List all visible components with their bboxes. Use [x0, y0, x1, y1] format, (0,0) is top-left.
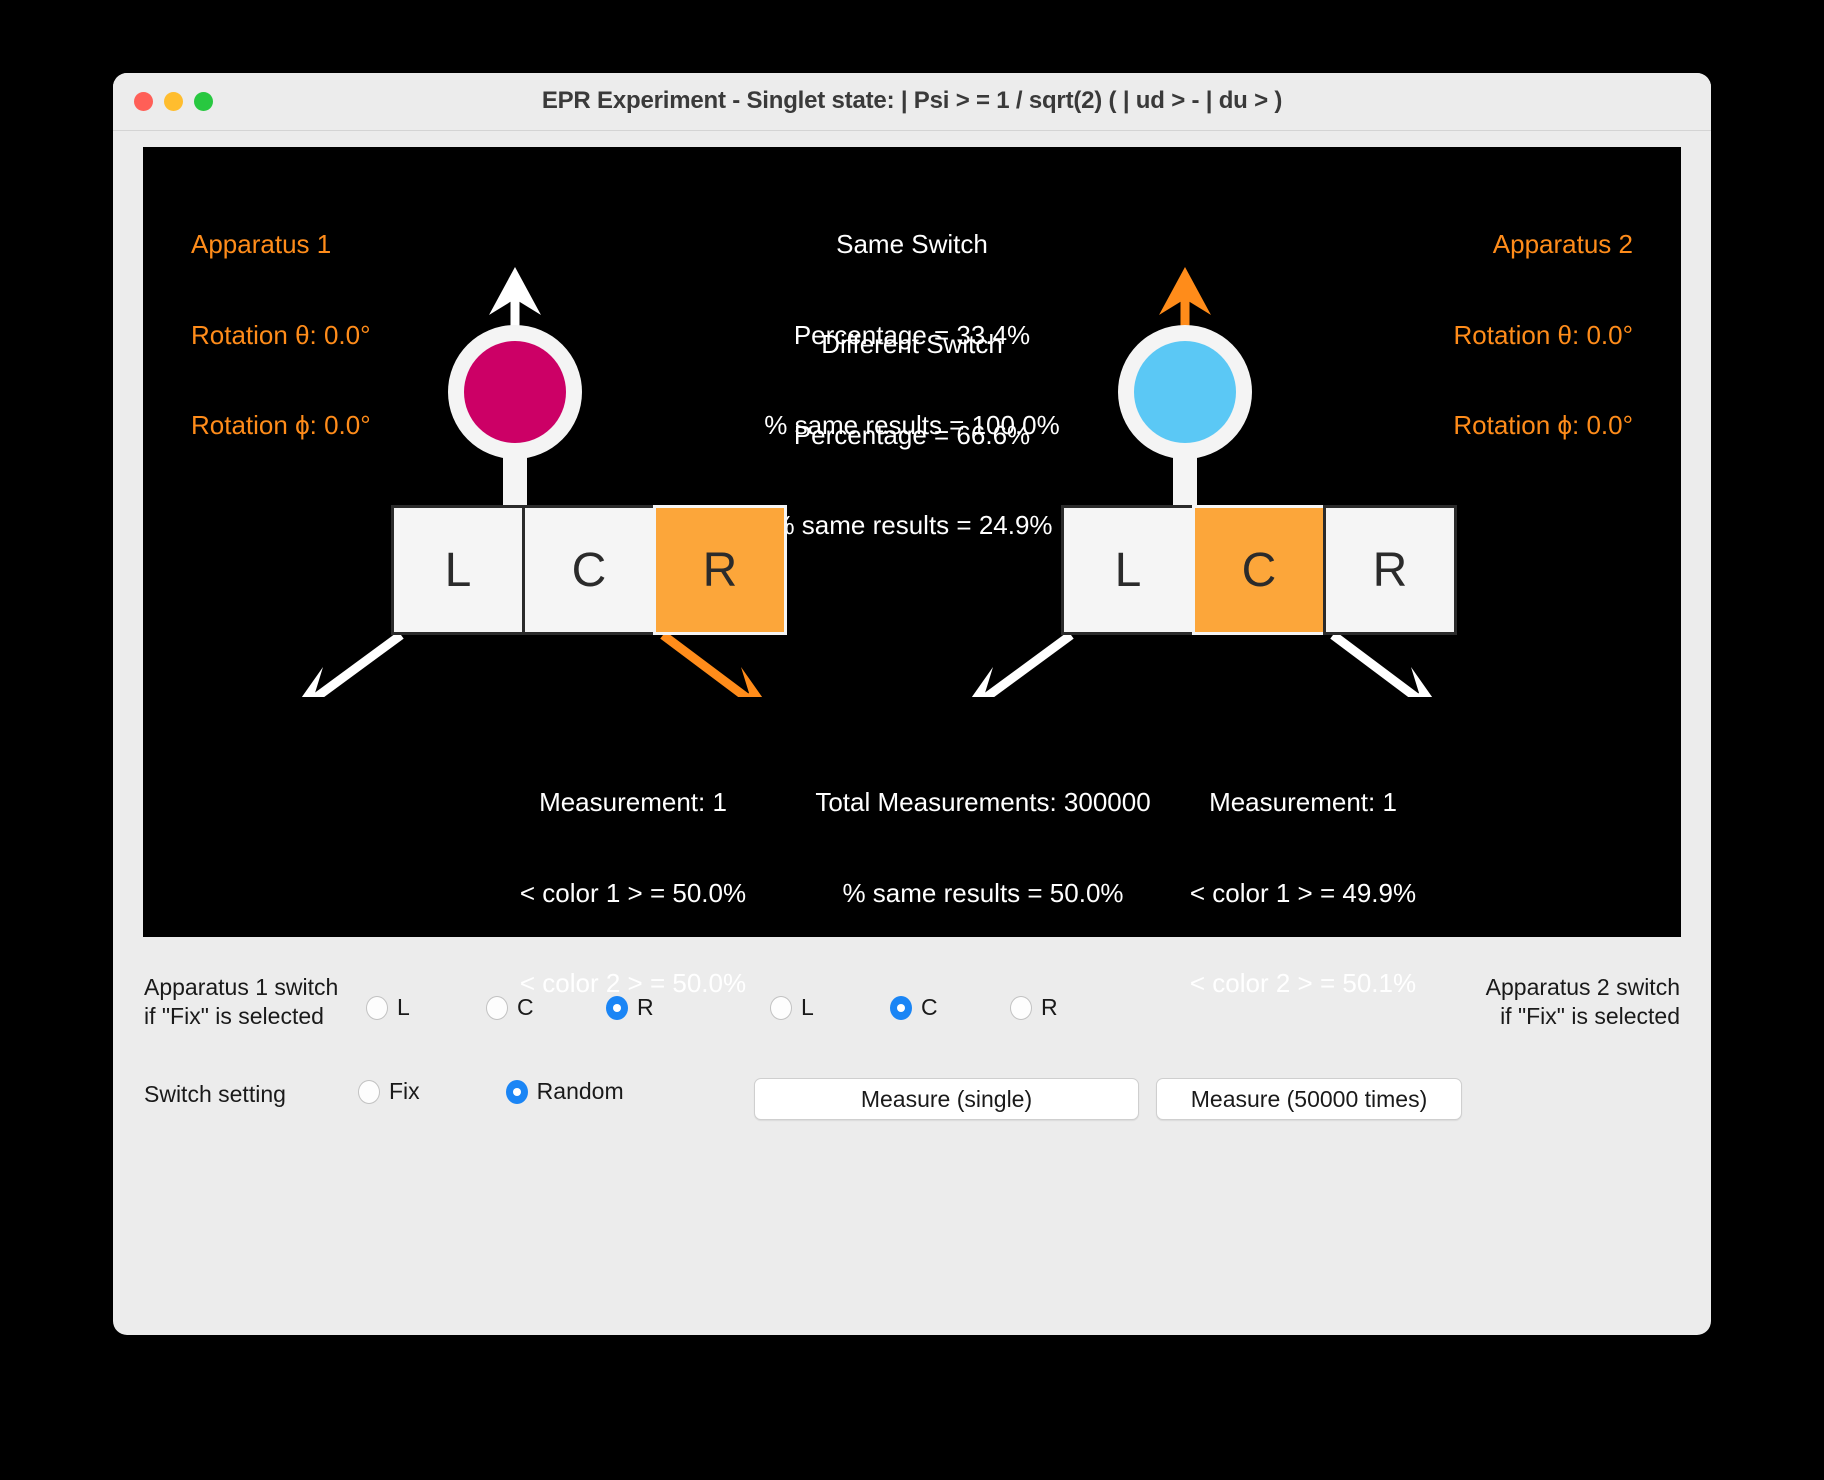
radio-button-icon[interactable]	[358, 1079, 380, 1104]
apparatus-2-graphic: L C R	[933, 237, 1473, 697]
apparatus-2-info: Apparatus 2 Rotation θ: 0.0° Rotation ϕ:…	[1453, 169, 1633, 501]
apparatus-2-switch-c[interactable]: C	[1192, 505, 1326, 635]
app-window: EPR Experiment - Singlet state: | Psi > …	[113, 73, 1711, 1335]
total-same-results: % same results = 50.0%	[842, 877, 1124, 908]
apparatus-2-particle	[1134, 341, 1236, 443]
switch-setting-fix-label: Fix	[389, 1078, 420, 1104]
window-titlebar: EPR Experiment - Singlet state: | Psi > …	[113, 73, 1711, 131]
switch-setting-radio-random[interactable]: Random	[505, 1078, 624, 1105]
radio-button-selected-icon[interactable]	[890, 995, 912, 1020]
radio-button-icon[interactable]	[486, 995, 508, 1020]
apparatus-2-color1: < color 1 > = 49.9%	[1189, 877, 1417, 908]
apparatus-1-radio-c-label: C	[517, 994, 534, 1020]
apparatus-1-particle-ring	[448, 325, 582, 459]
apparatus-2-radio-l-label: L	[801, 994, 814, 1020]
apparatus-1-switch-radios[interactable]: L C R	[366, 994, 726, 1021]
apparatus-1-radio-c[interactable]: C	[486, 994, 606, 1021]
switch-setting-row: Switch setting Fix Random Measure (singl…	[113, 1069, 1711, 1129]
radio-button-selected-icon[interactable]	[606, 995, 628, 1020]
total-measurements-readout: Total Measurements: 300000 % same result…	[783, 727, 1183, 968]
measure-many-button[interactable]: Measure (50000 times)	[1156, 1078, 1462, 1120]
switch-setting-label: Switch setting	[144, 1081, 286, 1107]
apparatus-2-particle-ring	[1118, 325, 1252, 459]
apparatus-2-radio-c[interactable]: C	[890, 994, 1010, 1021]
apparatus-2-switch-r[interactable]: R	[1323, 505, 1457, 635]
apparatus-2-switch-l[interactable]: L	[1061, 505, 1195, 635]
apparatus-2-switch-radios[interactable]: L C R	[770, 994, 1130, 1021]
radio-button-selected-icon[interactable]	[505, 1079, 528, 1104]
simulation-canvas-wrapper: Apparatus 1 Rotation θ: 0.0° Rotation ϕ:…	[143, 147, 1681, 998]
radio-button-icon[interactable]	[1010, 995, 1032, 1020]
measure-single-button[interactable]: Measure (single)	[754, 1078, 1139, 1120]
apparatus-1-particle	[464, 341, 566, 443]
radio-button-icon[interactable]	[770, 995, 792, 1020]
apparatus-1-radio-r-label: R	[637, 994, 654, 1020]
apparatus-2-name: Apparatus 2	[1492, 229, 1633, 260]
apparatus-2-radio-r[interactable]: R	[1010, 994, 1130, 1021]
switch-setting-radio-fix[interactable]: Fix	[358, 1078, 420, 1105]
simulation-canvas: Apparatus 1 Rotation θ: 0.0° Rotation ϕ:…	[143, 147, 1681, 998]
apparatus-2-radio-l[interactable]: L	[770, 994, 890, 1021]
switch-setting-radios[interactable]: Fix Random	[358, 1078, 710, 1105]
apparatus-2-radio-c-label: C	[921, 994, 938, 1020]
switch-selection-row: Apparatus 1 switch if "Fix" is selected …	[113, 961, 1711, 1051]
apparatus-2-theta: Rotation θ: 0.0°	[1453, 319, 1633, 350]
apparatus-2-radio-r-label: R	[1041, 994, 1058, 1020]
apparatus-1-switch-r[interactable]: R	[653, 505, 787, 635]
window-title: EPR Experiment - Singlet state: | Psi > …	[541, 87, 1283, 114]
controls-panel: Apparatus 1 switch if "Fix" is selected …	[113, 961, 1711, 1261]
apparatus-1-switch-l[interactable]: L	[391, 505, 525, 635]
apparatus-1-switch-label: Apparatus 1 switch if "Fix" is selected	[144, 974, 339, 1030]
apparatus-2-phi: Rotation ϕ: 0.0°	[1453, 410, 1633, 441]
switch-setting-random-label: Random	[536, 1078, 624, 1104]
apparatus-1-graphic: L C R	[263, 237, 803, 697]
apparatus-2-switchbox[interactable]: L C R	[1061, 505, 1457, 635]
apparatus-1-measurement: Measurement: 1	[539, 787, 727, 818]
apparatus-1-switchbox[interactable]: L C R	[391, 505, 787, 635]
total-measurements: Total Measurements: 300000	[815, 787, 1151, 818]
apparatus-1-color1: < color 1 > = 50.0%	[519, 877, 747, 908]
apparatus-1-switch-c[interactable]: C	[522, 505, 656, 635]
apparatus-2-measurement: Measurement: 1	[1209, 787, 1397, 818]
apparatus-1-radio-r[interactable]: R	[606, 994, 726, 1021]
radio-button-icon[interactable]	[366, 995, 388, 1020]
apparatus-2-switch-label: Apparatus 2 switch if "Fix" is selected	[1485, 974, 1680, 1030]
apparatus-1-radio-l-label: L	[397, 994, 410, 1020]
apparatus-1-radio-l[interactable]: L	[366, 994, 486, 1021]
